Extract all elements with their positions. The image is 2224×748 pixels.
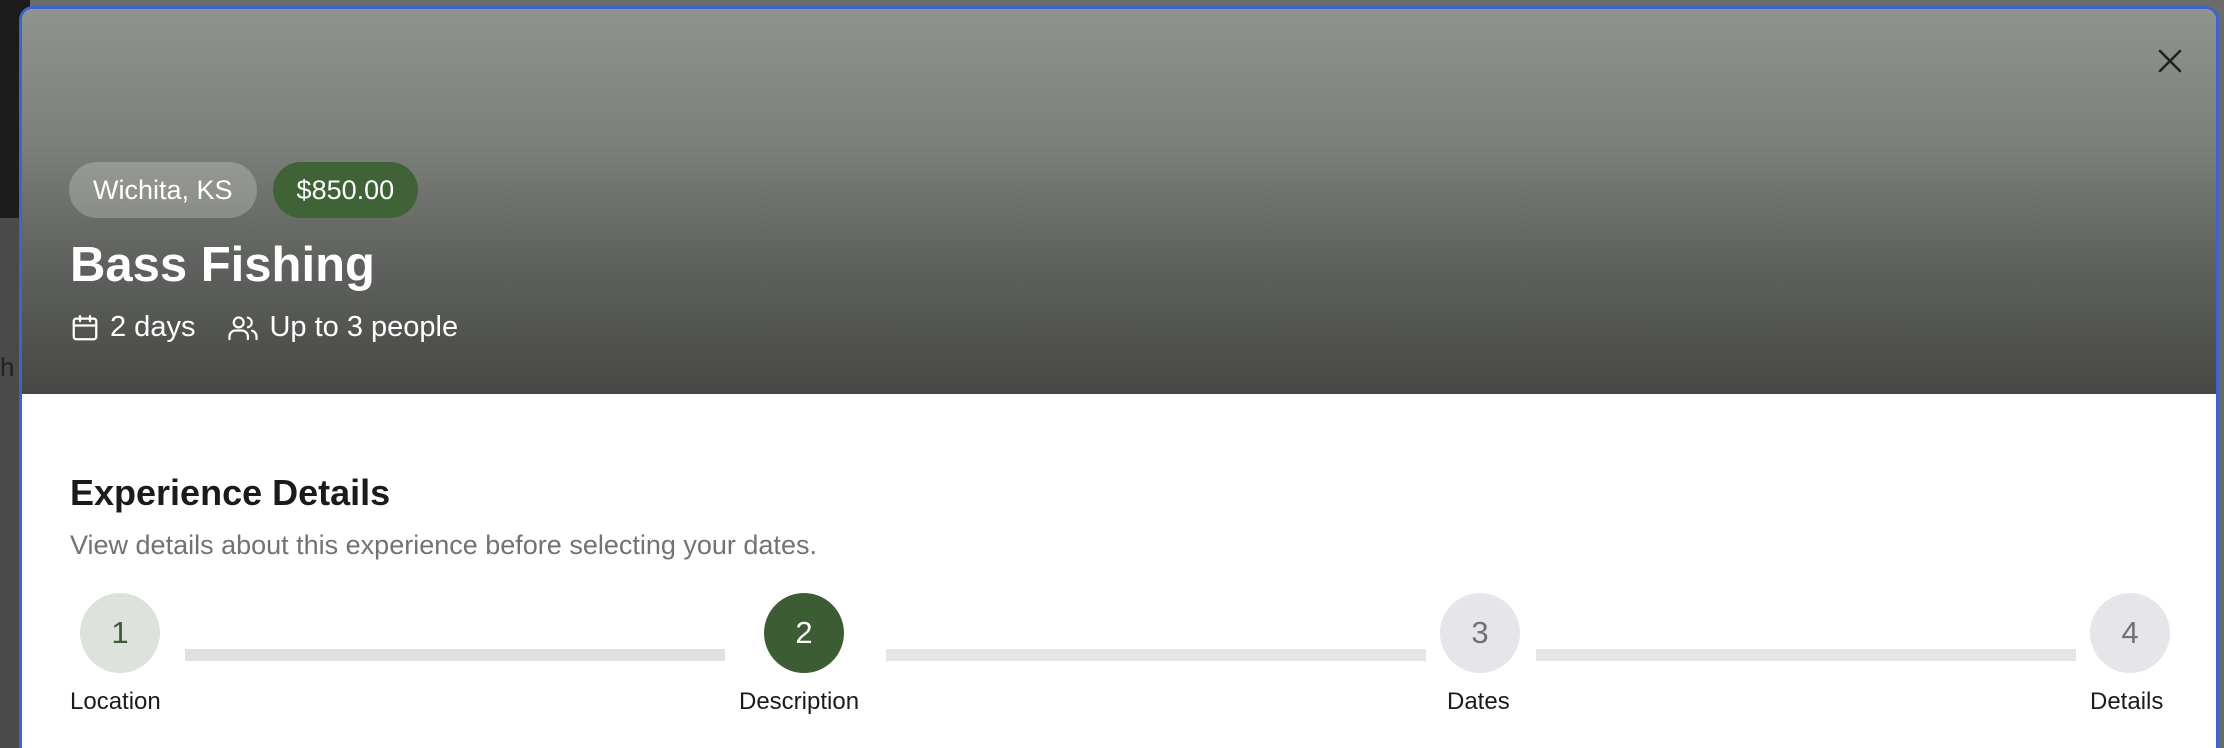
experience-meta: 2 days Up to 3 people xyxy=(70,311,458,344)
users-icon xyxy=(228,315,259,340)
step-1-label[interactable]: Location xyxy=(70,688,161,716)
step-2-circle[interactable]: 2 xyxy=(764,593,844,673)
step-connector-3-4 xyxy=(1536,649,2076,661)
step-4-label[interactable]: Details xyxy=(2090,688,2163,716)
step-2-label[interactable]: Description xyxy=(739,688,859,716)
duration-info: 2 days xyxy=(70,311,195,344)
capacity-info: Up to 3 people xyxy=(227,311,458,344)
close-icon xyxy=(2158,49,2182,73)
step-connector-2-3 xyxy=(886,649,1426,661)
duration-text: 2 days xyxy=(110,311,196,343)
experience-title: Bass Fishing xyxy=(70,238,375,292)
backdrop-text-fragment: h xyxy=(0,352,15,382)
details-heading: Experience Details xyxy=(70,472,391,513)
step-1-circle[interactable]: 1 xyxy=(80,593,160,673)
capacity-text: Up to 3 people xyxy=(269,311,459,343)
step-3-label[interactable]: Dates xyxy=(1447,688,1510,716)
price-badge: $850.00 xyxy=(272,162,419,218)
step-3-circle[interactable]: 3 xyxy=(1440,593,1520,673)
location-badge: Wichita, KS xyxy=(69,162,257,218)
hero-chips: Wichita, KS $850.00 xyxy=(69,162,419,218)
hero-banner: Wichita, KS $850.00 Bass Fishing 2 days xyxy=(22,9,2216,394)
experience-modal: Wichita, KS $850.00 Bass Fishing 2 days xyxy=(19,6,2219,748)
close-button[interactable] xyxy=(2148,39,2192,83)
step-4-circle[interactable]: 4 xyxy=(2090,593,2170,673)
details-description: View details about this experience befor… xyxy=(70,530,817,560)
calendar-icon xyxy=(72,314,98,340)
step-connector-1-2 xyxy=(185,649,725,661)
